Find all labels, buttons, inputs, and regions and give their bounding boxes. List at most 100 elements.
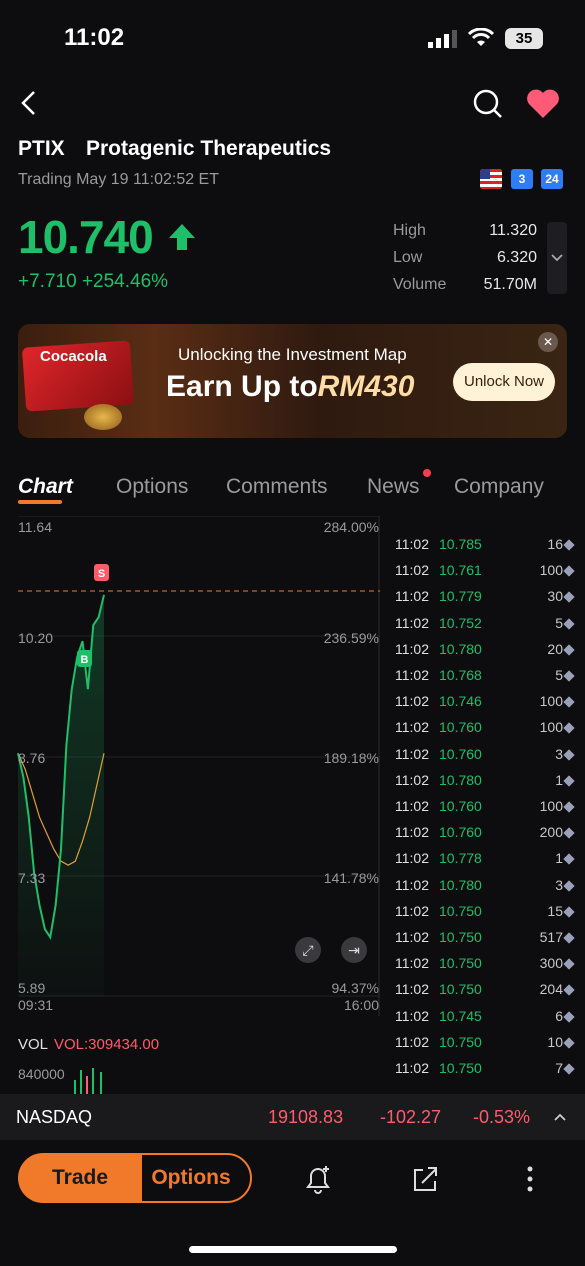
tick-volume: 15: [547, 902, 563, 919]
tick-price: 10.780: [439, 771, 482, 788]
low-value: 6.320: [496, 249, 537, 266]
jump-to-latest-icon[interactable]: ⇥: [341, 937, 367, 963]
banner-offer: Earn Up toRM430: [166, 370, 414, 404]
tick-price: 10.750: [439, 929, 482, 945]
trade-tick-row: 11:02 10.746 100: [393, 693, 575, 719]
volume-value: 51.70M: [483, 276, 537, 293]
tick-price: 10.760: [439, 745, 482, 762]
price-change: +7.710 +254.46%: [18, 271, 168, 293]
tick-time: 11:02: [395, 745, 429, 762]
tick-direction-icon: [563, 565, 575, 577]
options-button[interactable]: Options: [130, 1153, 252, 1203]
tick-volume: 16: [547, 536, 563, 552]
buy-marker: B: [77, 650, 92, 667]
tick-direction-icon: [563, 748, 575, 761]
price-alert-bell-icon[interactable]: [302, 1163, 334, 1195]
tick-direction-icon: [563, 670, 575, 682]
trade-tick-row: 11:02 10.780 20: [393, 640, 575, 667]
tick-time: 11:02: [395, 1007, 429, 1024]
high-label: High: [393, 222, 426, 239]
tick-volume: 100: [539, 562, 563, 579]
trade-button[interactable]: Trade: [18, 1153, 142, 1203]
search-icon[interactable]: [472, 88, 504, 120]
tick-time: 11:02: [395, 955, 429, 972]
tick-volume: 3: [555, 745, 563, 762]
tab-comments[interactable]: Comments: [226, 475, 328, 499]
tick-direction-icon: [563, 932, 575, 944]
last-price: 10.740: [18, 211, 154, 263]
tick-direction-icon: [563, 853, 575, 866]
trade-tick-row: 11:02 10.760 200: [393, 824, 575, 850]
tick-time: 11:02: [395, 1060, 429, 1076]
us-flag-icon: [480, 169, 502, 189]
tick-direction-icon: [563, 644, 575, 656]
trade-tick-row: 11:02 10.760 100: [393, 798, 575, 824]
x-axis-start: 09:31: [18, 997, 54, 1013]
tick-time: 11:02: [395, 640, 429, 657]
share-icon[interactable]: [409, 1163, 441, 1195]
tick-direction-icon: [563, 1010, 575, 1023]
svg-text:S: S: [98, 568, 105, 580]
tick-time: 11:02: [395, 929, 429, 945]
wifi-icon: [468, 28, 494, 46]
change-percent: +254.46%: [81, 271, 169, 292]
promo-banner[interactable]: Cocacola Unlocking the Investment Map Ea…: [18, 324, 567, 438]
tick-price: 10.780: [439, 640, 482, 657]
cellular-signal-icon: [428, 30, 457, 48]
tick-volume: 20: [547, 640, 563, 657]
favorite-heart-icon[interactable]: [526, 88, 560, 120]
tick-volume: 200: [539, 824, 563, 841]
banner-coin-image: [84, 404, 122, 430]
high-value: 11.320: [489, 222, 537, 239]
tick-volume: 300: [539, 955, 563, 972]
tick-price: 10.750: [439, 1060, 482, 1076]
tick-volume: 100: [539, 719, 563, 736]
tick-volume: 1: [555, 850, 563, 867]
banner-close-icon[interactable]: ✕: [538, 332, 558, 352]
tab-news[interactable]: News: [367, 475, 420, 499]
low-label: Low: [393, 249, 423, 266]
y-axis-label-left: 8.76: [18, 750, 46, 766]
tick-direction-icon: [563, 1063, 575, 1075]
tick-volume: 10: [547, 1033, 563, 1050]
trade-tick-row: 11:02 10.768 5: [393, 667, 575, 693]
trade-tick-row: 11:02 10.760 100: [393, 719, 575, 745]
y-axis-label-right: 284.00%: [323, 519, 379, 535]
back-arrow-icon[interactable]: [16, 88, 42, 118]
index-change: -102.27: [380, 1107, 442, 1127]
ticker-symbol: PTIX: [18, 137, 65, 160]
tab-company[interactable]: Company: [454, 475, 544, 499]
change-amount: +7.710: [18, 271, 77, 292]
more-options-icon[interactable]: [522, 1163, 538, 1195]
banner-offer-text: Earn Up to: [166, 370, 318, 403]
tick-price: 10.750: [439, 902, 482, 919]
status-time: 11:02: [64, 24, 125, 51]
trade-tick-row: 11:02 10.785 16: [393, 536, 575, 562]
tick-price: 10.746: [439, 693, 482, 710]
trade-tick-row: 11:02 10.780 1: [393, 771, 575, 798]
tick-volume: 517: [539, 929, 563, 945]
sell-marker: S: [94, 564, 109, 581]
battery-indicator: 35: [505, 28, 543, 49]
y-axis-label-right: 236.59%: [323, 630, 379, 646]
tick-direction-icon: [563, 958, 575, 970]
news-notification-dot: [423, 469, 431, 477]
y-axis-label-left: 7.33: [18, 870, 46, 886]
intraday-chart[interactable]: S B: [0, 516, 380, 1016]
tick-volume: 6: [555, 1007, 563, 1024]
tick-time: 11:02: [395, 981, 429, 998]
tab-chart[interactable]: Chart: [18, 475, 73, 499]
tick-time: 11:02: [395, 824, 429, 841]
tick-time: 11:02: [395, 719, 429, 736]
tick-price: 10.745: [439, 1007, 482, 1024]
tab-options[interactable]: Options: [116, 475, 188, 499]
y-axis-label-right: 94.37%: [331, 980, 379, 996]
tick-time: 11:02: [395, 562, 429, 579]
tick-direction-icon: [563, 617, 575, 630]
chevron-up-icon[interactable]: [552, 1110, 568, 1124]
stats-expand-button[interactable]: [547, 222, 567, 294]
tick-direction-icon: [563, 696, 575, 708]
fullscreen-icon[interactable]: ⤢: [295, 937, 321, 963]
unlock-now-button[interactable]: Unlock Now: [453, 363, 555, 401]
tick-direction-icon: [563, 879, 575, 892]
